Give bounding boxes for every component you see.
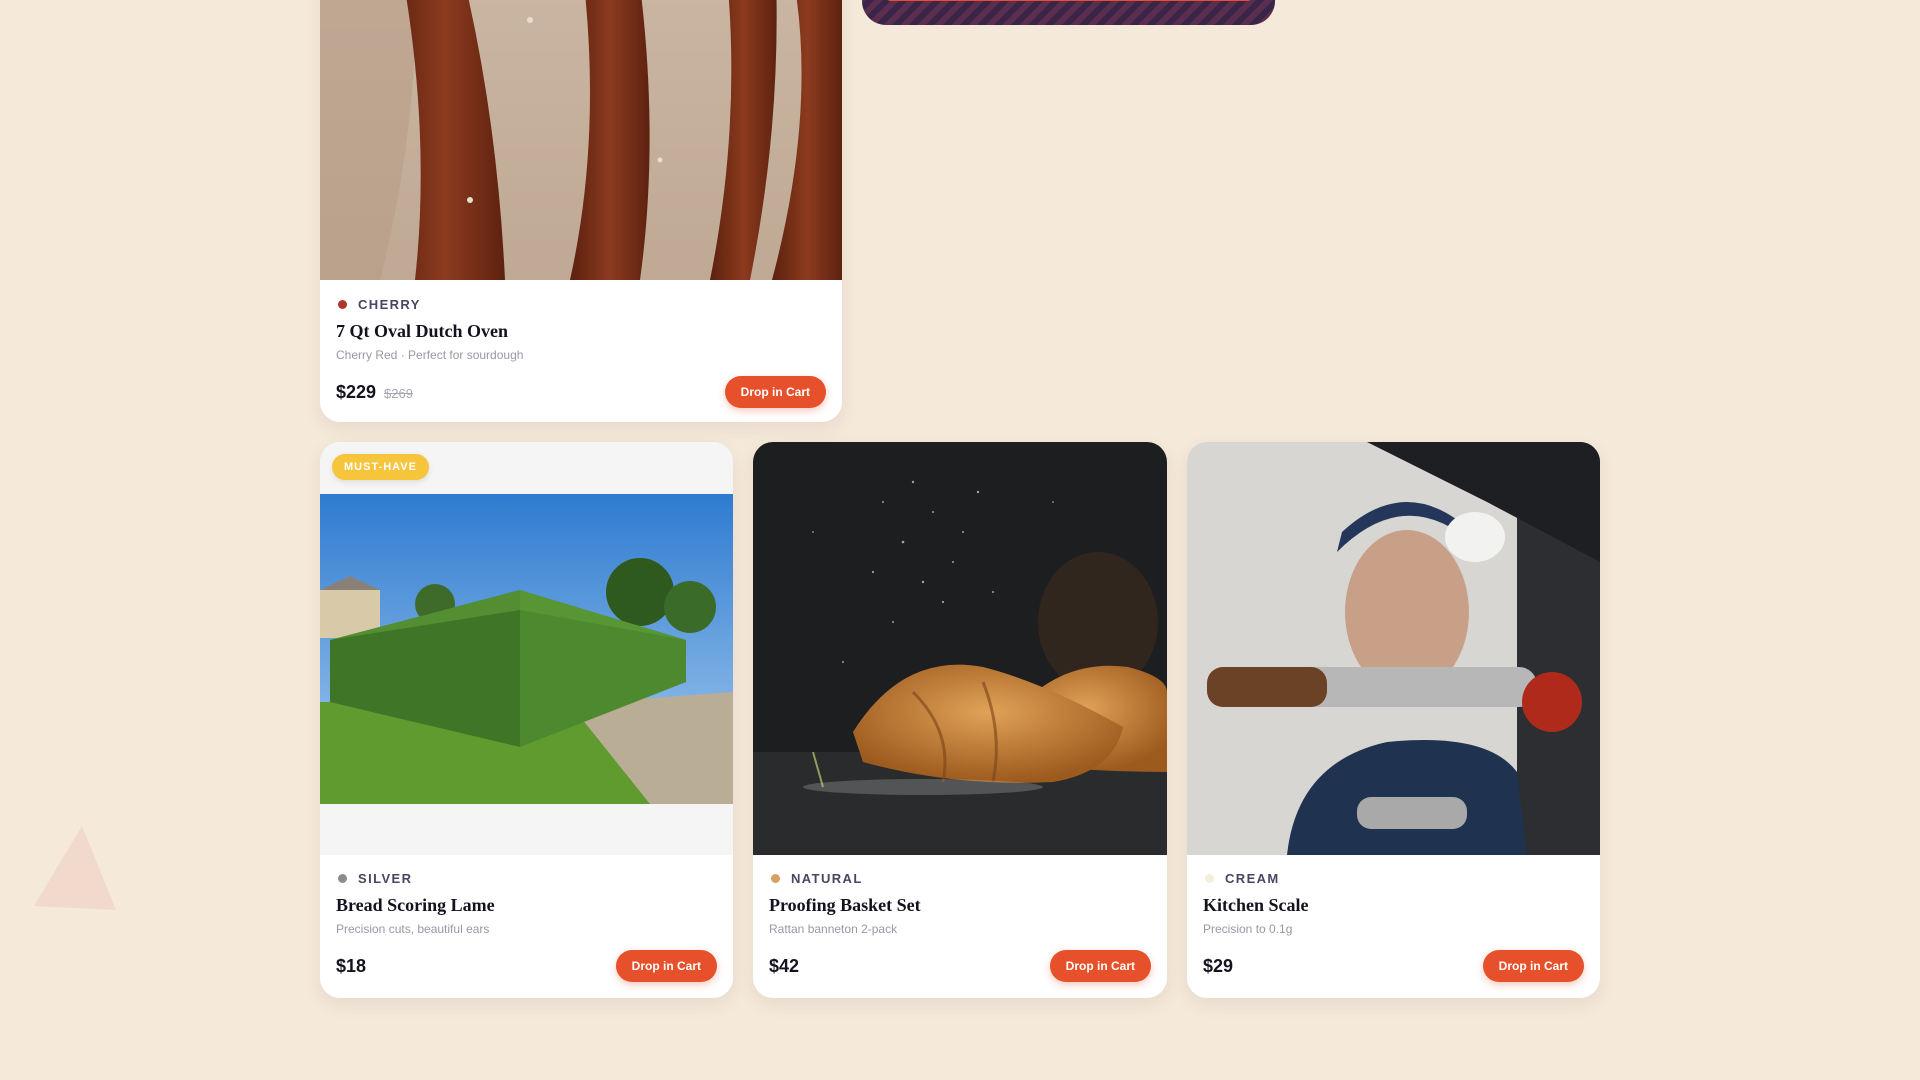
product-description: Rattan banneton 2-pack [769,922,898,936]
color-option: NATURAL [769,870,1151,886]
product-card-bread-scoring-lame: MUST-HAVE SILVER Bread Scoring Lame Prec… [320,442,733,998]
product-description: Cherry Red · Perfect for sourdough [336,348,524,362]
add-to-cart-button[interactable]: Drop in Cart [615,950,717,982]
color-name: NATURAL [791,870,863,886]
promo-progress-bar [884,0,1254,1]
product-price: $42 [769,956,800,976]
color-swatch-dot [338,873,347,883]
product-image-barista [1187,442,1600,855]
add-to-cart-button[interactable]: Drop in Cart [724,376,826,408]
product-image-bread-crust [320,0,842,280]
promo-banner-strip [862,0,1275,25]
color-swatch-dot [338,299,347,309]
color-option: CREAM [1203,870,1584,886]
color-option: SILVER [336,870,717,886]
product-image-croissants [753,442,1167,855]
must-have-badge: MUST-HAVE [332,454,429,480]
product-title: Kitchen Scale [1203,895,1309,915]
product-price: $18 [336,956,367,976]
add-to-cart-button[interactable]: Drop in Cart [1049,950,1151,982]
product-card-dutch-oven: CHERRY 7 Qt Oval Dutch Oven Cherry Red ·… [320,0,842,422]
product-title: Bread Scoring Lame [336,895,495,915]
color-name: SILVER [358,870,413,886]
product-image-hedge-garden [320,442,733,855]
product-card-proofing-basket-set: NATURAL Proofing Basket Set Rattan banne… [753,442,1167,998]
product-price: $29 [1203,956,1234,976]
color-name: CREAM [1225,870,1280,886]
decorative-triangle [34,826,116,910]
product-price: $229 [336,382,377,402]
product-description: Precision cuts, beautiful ears [336,922,490,936]
product-card-kitchen-scale: CREAM Kitchen Scale Precision to 0.1g $2… [1187,442,1600,998]
product-description: Precision to 0.1g [1203,922,1293,936]
color-option: CHERRY [336,296,826,312]
product-title: 7 Qt Oval Dutch Oven [336,321,509,341]
original-price: $269 [384,386,413,401]
product-title: Proofing Basket Set [769,895,921,915]
color-swatch-dot [771,873,780,883]
color-name: CHERRY [358,296,421,312]
color-swatch-dot [1205,873,1214,883]
add-to-cart-button[interactable]: Drop in Cart [1482,950,1584,982]
